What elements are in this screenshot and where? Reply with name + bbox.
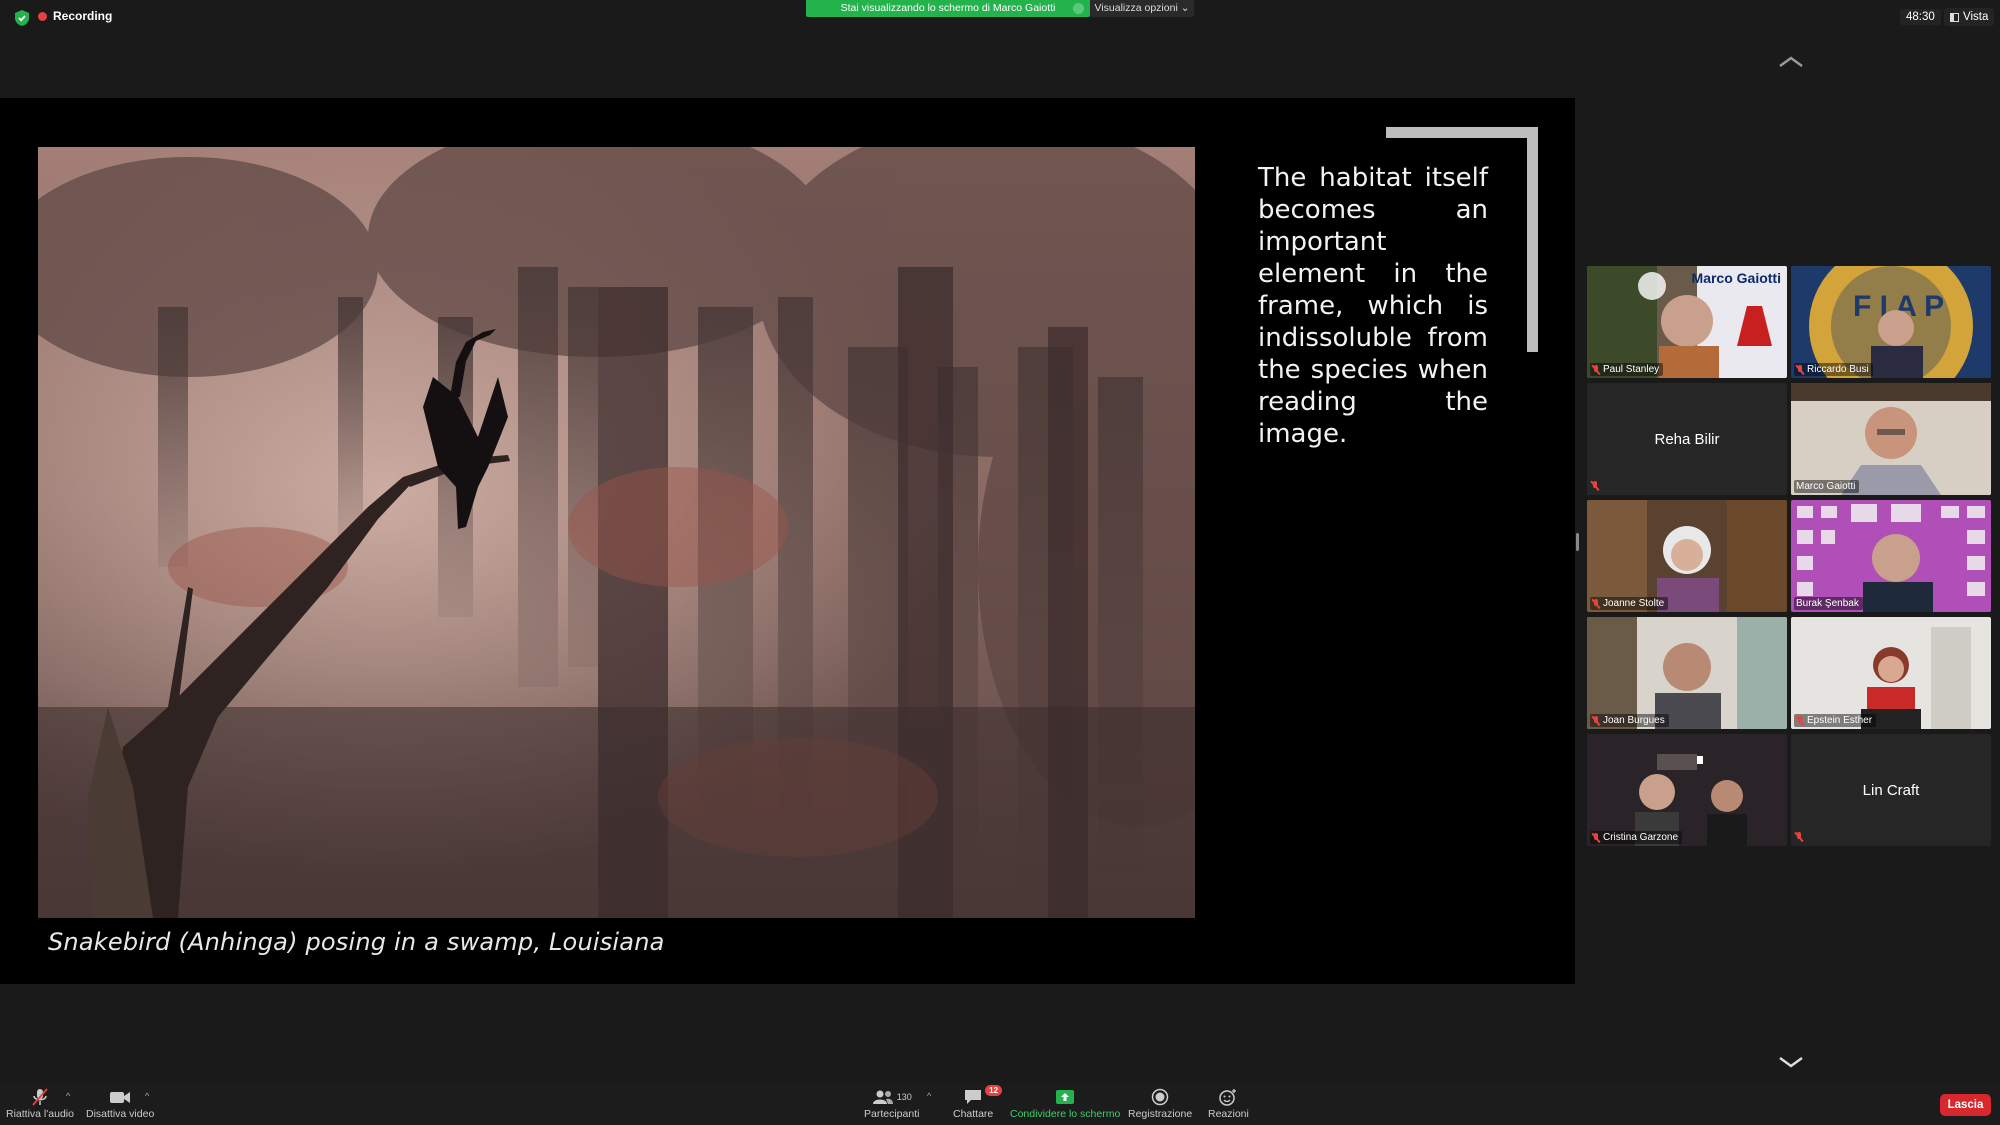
participant-tile[interactable]: Joanne Stolte xyxy=(1587,500,1787,612)
meeting-timer: 48:30 xyxy=(1900,9,1941,25)
banner-status-icon xyxy=(1073,3,1084,14)
participant-video xyxy=(1587,617,1787,729)
mic-muted-icon xyxy=(1592,598,1600,609)
participant-name-tag: Cristina Garzone xyxy=(1590,831,1683,844)
mic-muted-icon xyxy=(1592,364,1600,375)
participant-name-tag: Marco Gaiotti xyxy=(1794,480,1860,493)
participant-video xyxy=(1587,734,1787,846)
panel-resize-handle[interactable] xyxy=(1576,533,1579,551)
participant-tile-active-speaker[interactable]: Marco Gaiotti xyxy=(1791,383,1991,495)
reactions-label: Reazioni xyxy=(1208,1108,1249,1120)
view-button[interactable]: Vista xyxy=(1944,8,1995,26)
participant-name: Burak Şenbak xyxy=(1796,598,1859,609)
mic-off-icon xyxy=(32,1088,48,1106)
scroll-down-chevron-icon[interactable] xyxy=(1778,1055,1804,1069)
participant-tile[interactable]: Lin Craft xyxy=(1791,734,1991,846)
view-button-label: Vista xyxy=(1963,11,1989,23)
record-icon xyxy=(1151,1088,1169,1106)
share-banner-text: Stai visualizzando lo schermo di Marco G… xyxy=(840,2,1056,14)
recording-label: Recording xyxy=(53,9,113,23)
mic-muted-icon xyxy=(1795,832,1803,842)
recording-dot-icon xyxy=(38,11,47,21)
share-screen-label: Condividere lo schermo xyxy=(1010,1108,1121,1120)
participant-name-tag: Joanne Stolte xyxy=(1590,597,1669,610)
mic-muted-icon xyxy=(1591,481,1599,491)
participant-name: Lin Craft xyxy=(1862,781,1920,799)
security-shield-icon[interactable] xyxy=(14,9,30,27)
mic-muted-icon xyxy=(1796,364,1804,375)
participants-label: Partecipanti xyxy=(864,1108,920,1120)
slide-body-text: The habitat itself becomes an important … xyxy=(1258,163,1488,449)
participant-tile[interactable]: Marco Gaiotti Paul Stanley xyxy=(1587,266,1787,378)
participant-video xyxy=(1587,500,1787,612)
top-bar: Recording Stai visualizzando lo schermo … xyxy=(0,0,2000,36)
chat-label: Chattare xyxy=(953,1108,994,1120)
chat-unread-badge: 12 xyxy=(985,1085,1003,1096)
participant-name: Paul Stanley xyxy=(1603,364,1660,375)
recording-indicator[interactable]: Recording xyxy=(38,9,112,23)
participant-tile[interactable]: F I A P Riccardo Busi xyxy=(1791,266,1991,378)
participant-name-tag: Joan Burgues xyxy=(1590,714,1669,727)
participant-name: Joanne Stolte xyxy=(1603,598,1665,609)
mic-muted-icon xyxy=(1796,715,1804,726)
participant-tile[interactable]: Cristina Garzone xyxy=(1587,734,1787,846)
participant-name-tag: Paul Stanley xyxy=(1590,363,1664,376)
record-button[interactable]: Registrazione xyxy=(1128,1086,1192,1120)
view-layout-icon xyxy=(1950,12,1959,22)
participant-name: Joan Burgues xyxy=(1603,715,1665,726)
participant-name: Cristina Garzone xyxy=(1603,832,1679,843)
participant-name: Reha Bilir xyxy=(1654,430,1720,448)
reactions-button[interactable]: Reazioni xyxy=(1208,1086,1249,1120)
leave-meeting-button[interactable]: Lascia xyxy=(1940,1094,1991,1116)
unmute-button[interactable]: Riattiva l'audio xyxy=(6,1086,74,1120)
participants-icon xyxy=(872,1090,893,1104)
participant-name-tag: Burak Şenbak xyxy=(1794,597,1863,610)
video-camera-icon xyxy=(110,1092,131,1103)
participant-name-tag: Riccardo Busi xyxy=(1794,363,1873,376)
participant-tile[interactable]: Burak Şenbak xyxy=(1791,500,1991,612)
record-label: Registrazione xyxy=(1128,1108,1193,1120)
chat-button[interactable]: 12 Chattare xyxy=(953,1085,1003,1120)
shared-screen: Snakebird (Anhinga) posing in a swamp, L… xyxy=(0,98,1575,984)
reactions-smiley-icon xyxy=(1219,1089,1237,1106)
participant-tile[interactable]: Reha Bilir xyxy=(1587,383,1787,495)
participant-name: Epstein Esther xyxy=(1807,715,1873,726)
participant-name: Marco Gaiotti xyxy=(1796,481,1856,492)
participants-button[interactable]: 130 Partecipanti xyxy=(864,1086,919,1120)
video-options-caret-icon[interactable]: ^ xyxy=(145,1091,149,1101)
participants-options-caret-icon[interactable]: ^ xyxy=(927,1091,931,1101)
screen-share-banner: Stai visualizzando lo schermo di Marco G… xyxy=(806,0,1090,17)
share-screen-button[interactable]: Condividere lo schermo xyxy=(1010,1086,1120,1120)
view-options-button[interactable]: Visualizza opzioni ⌄ xyxy=(1090,0,1194,17)
meeting-toolbar: Riattiva l'audio ^ Disattiva video ^ 130… xyxy=(0,1084,2000,1125)
scroll-up-chevron-icon[interactable] xyxy=(1778,55,1804,69)
share-screen-icon xyxy=(1056,1090,1075,1104)
participant-video xyxy=(1791,383,1991,495)
participants-count: 130 xyxy=(896,1092,912,1102)
mic-muted-icon xyxy=(1592,715,1600,726)
anhinga-swamp-image xyxy=(38,147,1195,918)
tile-overlay-title: Marco Gaiotti xyxy=(1691,270,1781,286)
participant-name-tag: Epstein Esther xyxy=(1794,714,1877,727)
participant-name: Riccardo Busi xyxy=(1807,364,1869,375)
audio-options-caret-icon[interactable]: ^ xyxy=(66,1091,70,1101)
unmute-label: Riattiva l'audio xyxy=(6,1108,74,1120)
participant-video xyxy=(1791,500,1991,612)
chat-bubble-icon xyxy=(965,1090,982,1104)
participant-video: F I A P xyxy=(1791,266,1991,378)
mic-muted-icon xyxy=(1592,832,1600,843)
swamp-photo xyxy=(38,147,1195,918)
participant-tile[interactable]: Epstein Esther xyxy=(1791,617,1991,729)
slide-caption: Snakebird (Anhinga) posing in a swamp, L… xyxy=(48,928,665,956)
participant-video xyxy=(1791,617,1991,729)
participant-tile[interactable]: Joan Burgues xyxy=(1587,617,1787,729)
stop-video-label: Disattiva video xyxy=(86,1108,155,1120)
